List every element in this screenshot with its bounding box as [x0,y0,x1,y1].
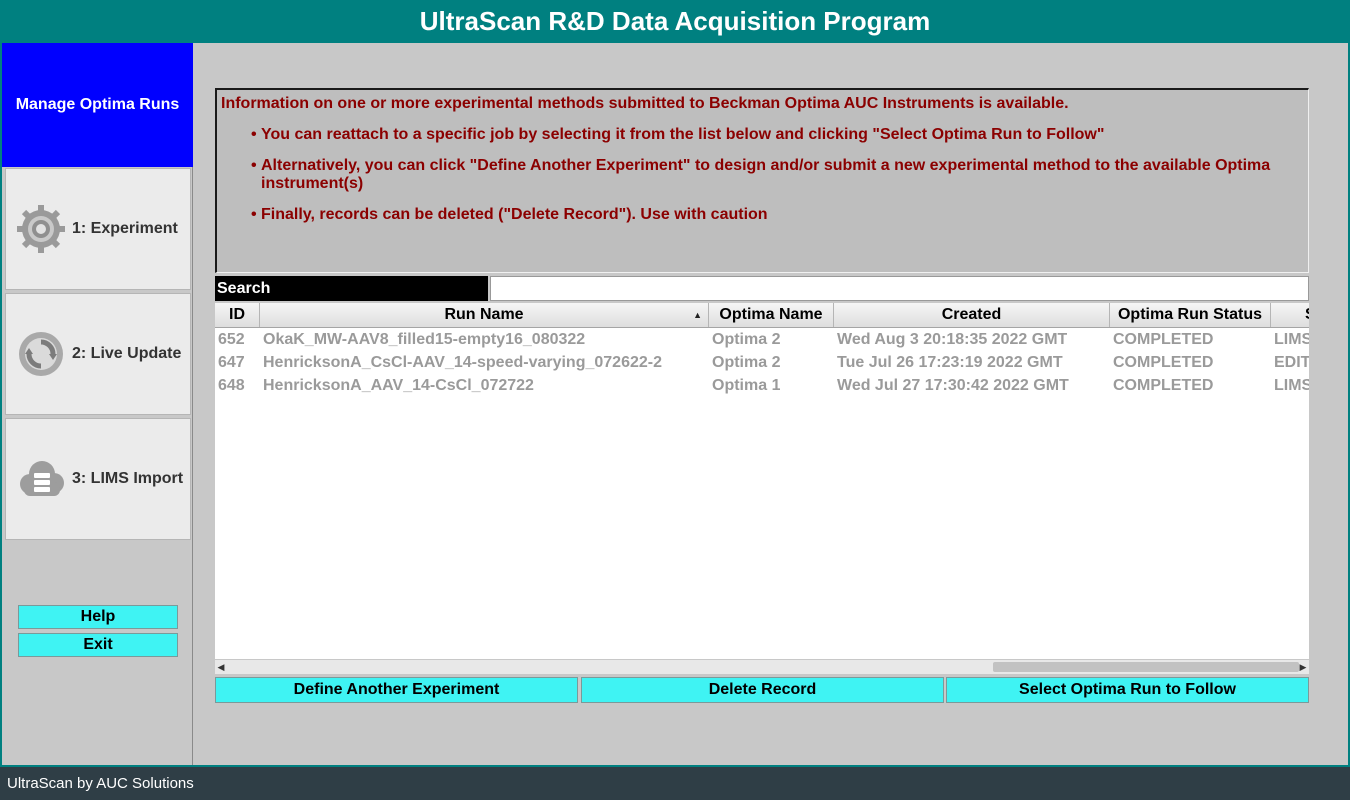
column-header-label: Created [941,306,1002,323]
info-panel: Information on one or more experimental … [215,88,1309,273]
cell-status: LIMS [1274,377,1309,394]
table-header: ID Run Name ▲ Optima Name Created Optima … [215,303,1309,328]
sidebar-item-label: 3: LIMS Import [72,470,184,487]
cell-status: EDIT [1274,354,1309,371]
info-bullet: • You can reattach to a specific job by … [251,126,1301,144]
sidebar-item-live-update[interactable]: 2: Live Update [5,293,191,415]
column-header-status[interactable]: S [1271,303,1309,327]
sidebar-item-lims-import[interactable]: 3: LIMS Import [5,418,191,540]
cell-run-status: COMPLETED [1113,331,1214,348]
sidebar-item-experiment[interactable]: 1: Experiment [5,168,191,290]
runs-table: ID Run Name ▲ Optima Name Created Optima … [215,303,1309,659]
table-row[interactable]: 652 OkaK_MW-AAV8_filled15-empty16_080322… [215,328,1309,351]
info-bullet: • Alternatively, you can click "Define A… [251,157,1301,193]
scroll-right-icon[interactable]: ▶ [1297,660,1309,674]
sidebar-item-label: Manage Optima Runs [15,96,180,113]
column-header-id[interactable]: ID [215,303,260,327]
select-optima-run-button[interactable]: Select Optima Run to Follow [946,677,1309,703]
scroll-left-icon[interactable]: ◀ [215,660,227,674]
info-bullet: • Finally, records can be deleted ("Dele… [251,206,1301,224]
column-header-optima-run-status[interactable]: Optima Run Status [1110,303,1271,327]
sort-ascending-icon: ▲ [693,310,702,320]
cell-run-name: OkaK_MW-AAV8_filled15-empty16_080322 [263,331,586,348]
cell-created: Tue Jul 26 17:23:19 2022 GMT [837,354,1063,371]
cell-run-status: COMPLETED [1113,354,1214,371]
cell-status: LIMS [1274,331,1309,348]
cell-created: Wed Jul 27 17:30:42 2022 GMT [837,377,1069,394]
delete-record-button[interactable]: Delete Record [581,677,944,703]
table-row[interactable]: 648 HenricksonA_AAV_14-CsCl_072722 Optim… [215,374,1309,397]
cell-run-name: HenricksonA_CsCl-AAV_14-speed-varying_07… [263,354,662,371]
bullet-marker: • [251,126,257,143]
sidebar-item-manage-optima-runs[interactable]: Manage Optima Runs [2,43,193,167]
bullet-marker: • [251,206,257,223]
info-bullet-text: Finally, records can be deleted ("Delete… [261,206,768,223]
cell-id: 652 [218,331,245,348]
search-label: Search [215,276,488,301]
table-row[interactable]: 647 HenricksonA_CsCl-AAV_14-speed-varyin… [215,351,1309,374]
info-bullet-text: Alternatively, you can click "Define Ano… [261,157,1271,192]
column-header-label: Optima Run Status [1117,306,1262,323]
column-header-optima-name[interactable]: Optima Name [709,303,834,327]
horizontal-scrollbar[interactable]: ◀ ▶ [215,660,1309,674]
help-button[interactable]: Help [18,605,178,629]
cell-optima-name: Optima 1 [712,377,781,394]
sidebar-item-label: 2: Live Update [72,345,182,362]
bullet-marker: • [251,157,257,174]
cell-id: 647 [218,354,245,371]
cell-optima-name: Optima 2 [712,354,781,371]
gear-icon [16,204,66,254]
exit-button[interactable]: Exit [18,633,178,657]
search-input[interactable] [490,276,1309,301]
window-title: UltraScan R&D Data Acquisition Program [0,0,1350,43]
column-header-label: ID [229,306,245,323]
column-header-label: Optima Name [719,306,823,323]
cloud-database-icon [16,454,66,504]
cell-created: Wed Aug 3 20:18:35 2022 GMT [837,331,1068,348]
status-bar: UltraScan by AUC Solutions [0,765,1350,800]
scrollbar-thumb[interactable] [993,662,1299,672]
cell-run-status: COMPLETED [1113,377,1214,394]
cell-run-name: HenricksonA_AAV_14-CsCl_072722 [263,377,534,394]
sidebar: Manage Optima Runs 1: Experiment 2: Live… [2,43,193,765]
column-header-label: S [1305,306,1309,323]
refresh-icon [16,329,66,379]
column-header-label: Run Name [444,306,524,323]
define-another-experiment-button[interactable]: Define Another Experiment [215,677,578,703]
sidebar-item-label: 1: Experiment [72,220,178,237]
cell-id: 648 [218,377,245,394]
cell-optima-name: Optima 2 [712,331,781,348]
column-header-created[interactable]: Created [834,303,1110,327]
info-bullet-text: You can reattach to a specific job by se… [261,126,1105,143]
info-heading: Information on one or more experimental … [221,95,1069,112]
main-area: Manage Optima Runs 1: Experiment 2: Live… [2,43,1348,765]
column-header-run-name[interactable]: Run Name ▲ [260,303,709,327]
